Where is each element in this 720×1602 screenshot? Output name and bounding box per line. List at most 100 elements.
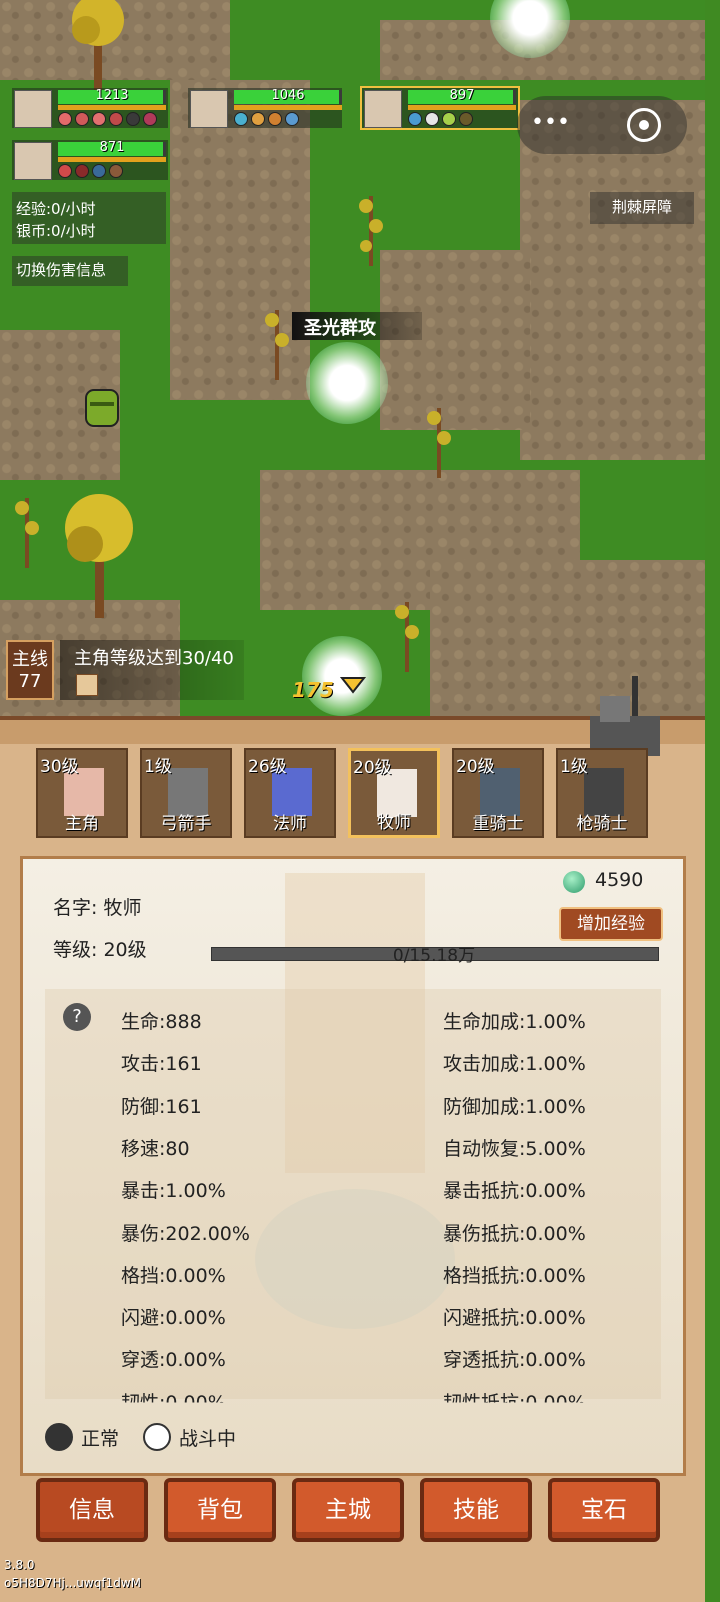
close-target-icon[interactable] xyxy=(627,108,661,142)
hp-value: 1046 xyxy=(271,88,305,103)
sapling-icon xyxy=(265,310,289,380)
miniprogram-capsule: ••• xyxy=(517,96,687,154)
hero-portrait-icon xyxy=(14,142,52,180)
stat-bonus-6: 格挡抵抗:0.00% xyxy=(443,1264,586,1287)
stat-5: 暴伤:202.00% xyxy=(121,1222,250,1245)
tab-level: 1级 xyxy=(144,757,172,777)
nav-info[interactable]: 信息 xyxy=(36,1478,148,1542)
mp-bar xyxy=(58,105,166,110)
tab-name: 法师 xyxy=(273,814,307,834)
tree-icon xyxy=(65,494,133,618)
tab-name: 主角 xyxy=(65,814,99,834)
tab-archer[interactable]: 1级 弓箭手 xyxy=(140,748,232,838)
stat-bonus-0: 生命加成:1.00% xyxy=(443,1011,586,1033)
buff-row xyxy=(58,164,123,178)
buff-icon xyxy=(459,112,473,126)
hero-level: 等级: 20级 xyxy=(53,939,147,961)
nav-gems[interactable]: 宝石 xyxy=(548,1478,660,1542)
buff-icon xyxy=(58,164,72,178)
nav-skills[interactable]: 技能 xyxy=(420,1478,532,1542)
tab-heavy-knight[interactable]: 20级 重骑士 xyxy=(452,748,544,838)
nav-backpack[interactable]: 背包 xyxy=(164,1478,276,1542)
tab-name: 枪骑士 xyxy=(576,814,628,834)
legend-normal-dot xyxy=(45,1423,73,1451)
tab-level: 1级 xyxy=(560,757,588,777)
stat-4: 暴击:1.00% xyxy=(121,1180,226,1203)
damage-number: 175 xyxy=(292,678,334,702)
slime-enemy-icon[interactable] xyxy=(82,386,122,430)
buff-icon xyxy=(109,164,123,178)
buff-icon xyxy=(109,112,123,126)
hero-hud-3[interactable]: 897 xyxy=(360,86,520,130)
stat-1: 攻击:161 xyxy=(121,1053,202,1076)
hp-value: 871 xyxy=(99,140,125,155)
stat-bonus-2: 防御加成:1.00% xyxy=(443,1095,586,1118)
legend-normal: 正常 xyxy=(81,1428,120,1450)
buff-icon xyxy=(285,112,299,126)
buff-icon xyxy=(75,112,89,126)
add-exp-button[interactable]: 增加经验 xyxy=(559,907,663,941)
buff-icon xyxy=(58,112,72,126)
buff-icon xyxy=(234,112,248,126)
sapling-icon xyxy=(427,408,451,478)
buff-icon xyxy=(268,112,282,126)
character-panel: 30级 主角 1级 弓箭手 26级 法师 20级 牧师 20级 重骑士 1级 枪… xyxy=(0,676,705,1602)
stat-bonus-5: 暴伤抵抗:0.00% xyxy=(443,1222,586,1245)
hp-value: 1213 xyxy=(95,88,129,103)
priest-bubble-icon[interactable] xyxy=(306,342,388,424)
hp-bar: 1046 xyxy=(234,88,342,104)
mp-bar xyxy=(234,105,342,110)
main-quest[interactable]: 主线 77 主角等级达到30/40 xyxy=(6,640,246,704)
sapling-icon xyxy=(395,602,419,672)
stat-bonus-8: 穿透抵抗:0.00% xyxy=(443,1349,586,1372)
exp-rate: 经验:0/小时 xyxy=(16,200,96,218)
hero-detail: 4590 名字: 牧师 增加经验 等级: 20级 0/15.18万 ? 生命:8… xyxy=(20,856,686,1476)
thorn-barrier-label[interactable]: 荆棘屏障 xyxy=(590,192,694,224)
stat-bonus-4: 暴击抵抗:0.00% xyxy=(443,1180,586,1203)
legend-fighting: 战斗中 xyxy=(179,1428,237,1450)
income-box: 经验:0/小时 银币:0/小时 xyxy=(12,192,166,244)
buff-row xyxy=(58,112,157,126)
tab-level: 20级 xyxy=(456,757,495,777)
hero-hud-2[interactable]: 1046 xyxy=(188,88,342,128)
quest-body: 主角等级达到30/40 xyxy=(60,640,244,700)
help-icon[interactable]: ? xyxy=(63,1003,91,1031)
version-label: 3.8.0 xyxy=(4,1558,35,1572)
buff-icon xyxy=(92,164,106,178)
nav-main-city[interactable]: 主城 xyxy=(292,1478,404,1542)
hero-portrait-icon xyxy=(190,90,228,128)
hero-tabs: 30级 主角 1级 弓箭手 26级 法师 20级 牧师 20级 重骑士 1级 枪… xyxy=(36,748,648,840)
hero-hud-1[interactable]: 1213 xyxy=(12,88,168,128)
tab-mage[interactable]: 26级 法师 xyxy=(244,748,336,838)
stat-bonus-3: 自动恢复:5.00% xyxy=(443,1137,586,1160)
tab-priest[interactable]: 20级 牧师 xyxy=(348,748,440,838)
quest-reward-icon xyxy=(76,674,98,696)
stat-bonus-7: 闪避抵抗:0.00% xyxy=(443,1307,586,1330)
tab-name: 重骑士 xyxy=(472,814,524,834)
toggle-damage-info-button[interactable]: 切换伤害信息 xyxy=(12,256,128,286)
quest-number: 77 xyxy=(18,671,42,692)
device-id: o5H8D7Hj...uwqf1dwM xyxy=(4,1576,141,1590)
hp-bar: 1213 xyxy=(58,88,166,104)
skill-callout-banner: 圣光群攻 xyxy=(292,312,422,340)
stat-8: 穿透:0.00% xyxy=(121,1349,226,1372)
gem-icon xyxy=(563,871,585,893)
stat-0: 生命:888 xyxy=(121,1011,202,1033)
stat-7: 闪避:0.00% xyxy=(121,1307,226,1330)
buff-icon xyxy=(126,112,140,126)
buff-icon xyxy=(143,112,157,126)
more-dots-icon[interactable]: ••• xyxy=(531,112,571,136)
hp-bar: 871 xyxy=(58,140,166,156)
game-map: 圣光群攻 175 1213 1046 897 871 ••• 经验:0/小时 银… xyxy=(0,0,705,720)
buff-icon xyxy=(92,112,106,126)
buff-icon xyxy=(75,164,89,178)
stat-6: 格挡:0.00% xyxy=(121,1264,226,1287)
hp-value: 897 xyxy=(449,88,475,103)
tab-level: 26级 xyxy=(248,757,287,777)
buff-icon xyxy=(425,112,439,126)
hero-hud-4[interactable]: 871 xyxy=(12,140,168,180)
legend-fighting-dot xyxy=(143,1423,171,1451)
tab-lancer-knight[interactable]: 1级 枪骑士 xyxy=(556,748,648,838)
tab-name: 牧师 xyxy=(377,813,411,833)
tab-protagonist[interactable]: 30级 主角 xyxy=(36,748,128,838)
